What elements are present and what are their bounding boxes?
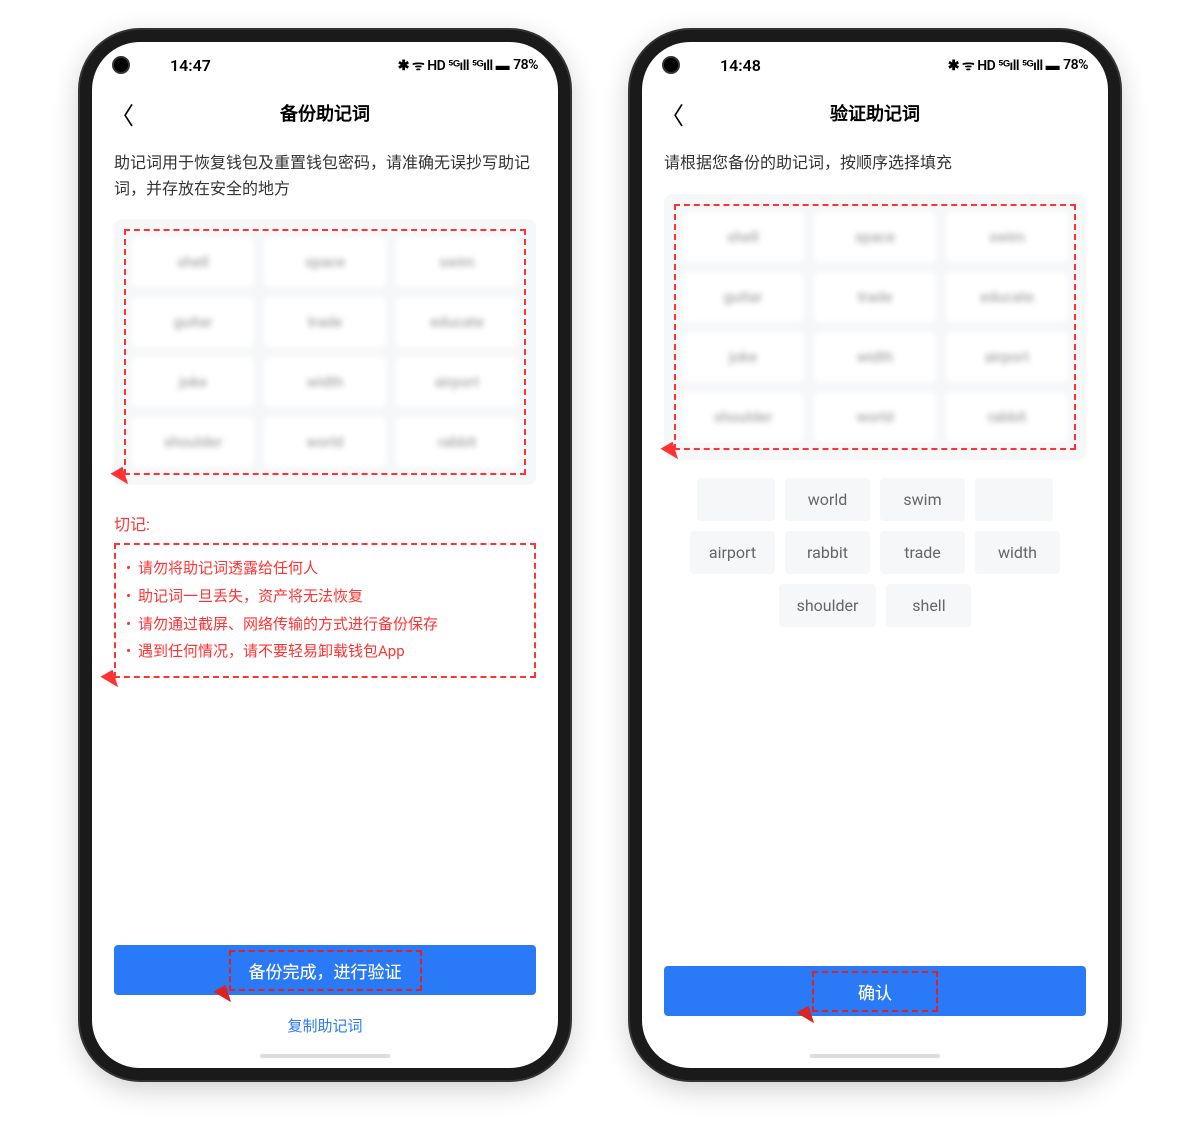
word-choice-swim[interactable]: swim <box>880 478 965 521</box>
word-choice-shell[interactable]: shell <box>886 584 971 627</box>
backup-complete-button[interactable]: 备份完成，进行验证 备份完成，进行验证 <box>114 945 536 995</box>
description-text: 助记词用于恢复钱包及重置钱包密码，请准确无误抄写助记词，并存放在安全的地方 <box>114 150 536 201</box>
status-bar: 14:47 ✱ ᯤ HD ⁵ᴳıll ⁵ᴳıll ▬ 78% <box>92 42 558 88</box>
mnemonic-word-5[interactable]: trade <box>814 272 936 322</box>
status-time: 14:48 <box>720 56 761 75</box>
mnemonic-selected-panel: shellspaceswim guitartradeeducate jokewidt… <box>664 194 1086 460</box>
mnemonic-word-7: joke <box>132 357 254 407</box>
mnemonic-word-11[interactable]: world <box>814 392 936 442</box>
mnemonic-word-9: airport <box>396 357 518 407</box>
mnemonic-word-8[interactable]: width <box>814 332 936 382</box>
mnemonic-word-6: educate <box>396 297 518 347</box>
mnemonic-word-8: width <box>264 357 386 407</box>
back-button[interactable]: 〈 <box>110 96 140 131</box>
word-choice-shoulder[interactable]: shoulder <box>779 584 877 627</box>
mnemonic-word-1[interactable]: shell <box>682 212 804 262</box>
status-time: 14:47 <box>170 56 211 75</box>
description-text: 请根据您备份的助记词，按顺序选择填充 <box>664 150 1086 176</box>
mnemonic-word-2[interactable]: space <box>814 212 936 262</box>
mnemonic-panel: shellspaceswim guitartradeeducate jokewidt… <box>114 219 536 485</box>
warning-box: 请勿将助记词透露给任何人助记词一旦丢失，资产将无法恢复请勿通过截屏、网络传输的方… <box>114 543 536 678</box>
camera-cutout <box>662 56 680 74</box>
word-choice-world[interactable]: world <box>785 478 870 521</box>
copy-mnemonic-link[interactable]: 复制助记词 <box>114 1009 536 1056</box>
word-choice-rabbit[interactable]: rabbit <box>785 531 870 574</box>
status-icons: ✱ ᯤ HD ⁵ᴳıll ⁵ᴳıll ▬ 78% <box>398 56 538 75</box>
phone-backup-mnemonic: 14:47 ✱ ᯤ HD ⁵ᴳıll ⁵ᴳıll ▬ 78% 〈 备份助记词 助… <box>80 30 570 1080</box>
mnemonic-word-2: space <box>264 237 386 287</box>
mnemonic-word-4[interactable]: guitar <box>682 272 804 322</box>
mnemonic-word-10: shoulder <box>132 417 254 467</box>
word-choice-trade[interactable]: trade <box>880 531 965 574</box>
word-choice-width[interactable]: width <box>975 531 1060 574</box>
mnemonic-word-11: world <box>264 417 386 467</box>
status-icons: ✱ ᯤ HD ⁵ᴳıll ⁵ᴳıll ▬ 78% <box>948 56 1088 75</box>
mnemonic-word-9[interactable]: airport <box>946 332 1068 382</box>
warning-item: 遇到任何情况，请不要轻易卸载钱包App <box>124 638 526 666</box>
camera-cutout <box>112 56 130 74</box>
word-choice-pool: worldswim airportrabbittradewidth should… <box>664 478 1086 627</box>
nav-bar: 〈 备份助记词 <box>92 88 558 138</box>
page-title: 验证助记词 <box>830 100 920 126</box>
mnemonic-word-12[interactable]: rabbit <box>946 392 1068 442</box>
phone-verify-mnemonic: 14:48 ✱ ᯤ HD ⁵ᴳıll ⁵ᴳıll ▬ 78% 〈 验证助记词 请… <box>630 30 1120 1080</box>
word-choice-airport[interactable]: airport <box>690 531 775 574</box>
mnemonic-word-4: guitar <box>132 297 254 347</box>
back-button[interactable]: 〈 <box>660 96 690 131</box>
confirm-button[interactable]: 确认 确认 <box>664 966 1086 1016</box>
mnemonic-word-6[interactable]: educate <box>946 272 1068 322</box>
mnemonic-word-10[interactable]: shoulder <box>682 392 804 442</box>
mnemonic-word-12: rabbit <box>396 417 518 467</box>
mnemonic-word-1: shell <box>132 237 254 287</box>
status-bar: 14:48 ✱ ᯤ HD ⁵ᴳıll ⁵ᴳıll ▬ 78% <box>642 42 1108 88</box>
word-choice-empty[interactable] <box>975 478 1053 521</box>
mnemonic-word-7[interactable]: joke <box>682 332 804 382</box>
word-choice-empty[interactable] <box>697 478 775 521</box>
warning-item: 助记词一旦丢失，资产将无法恢复 <box>124 583 526 611</box>
page-title: 备份助记词 <box>280 100 370 126</box>
warning-item: 请勿通过截屏、网络传输的方式进行备份保存 <box>124 611 526 639</box>
mnemonic-word-3[interactable]: swim <box>946 212 1068 262</box>
warning-title: 切记: <box>114 511 536 535</box>
nav-bar: 〈 验证助记词 <box>642 88 1108 138</box>
mnemonic-word-3: swim <box>396 237 518 287</box>
mnemonic-word-5: trade <box>264 297 386 347</box>
warning-item: 请勿将助记词透露给任何人 <box>124 555 526 583</box>
